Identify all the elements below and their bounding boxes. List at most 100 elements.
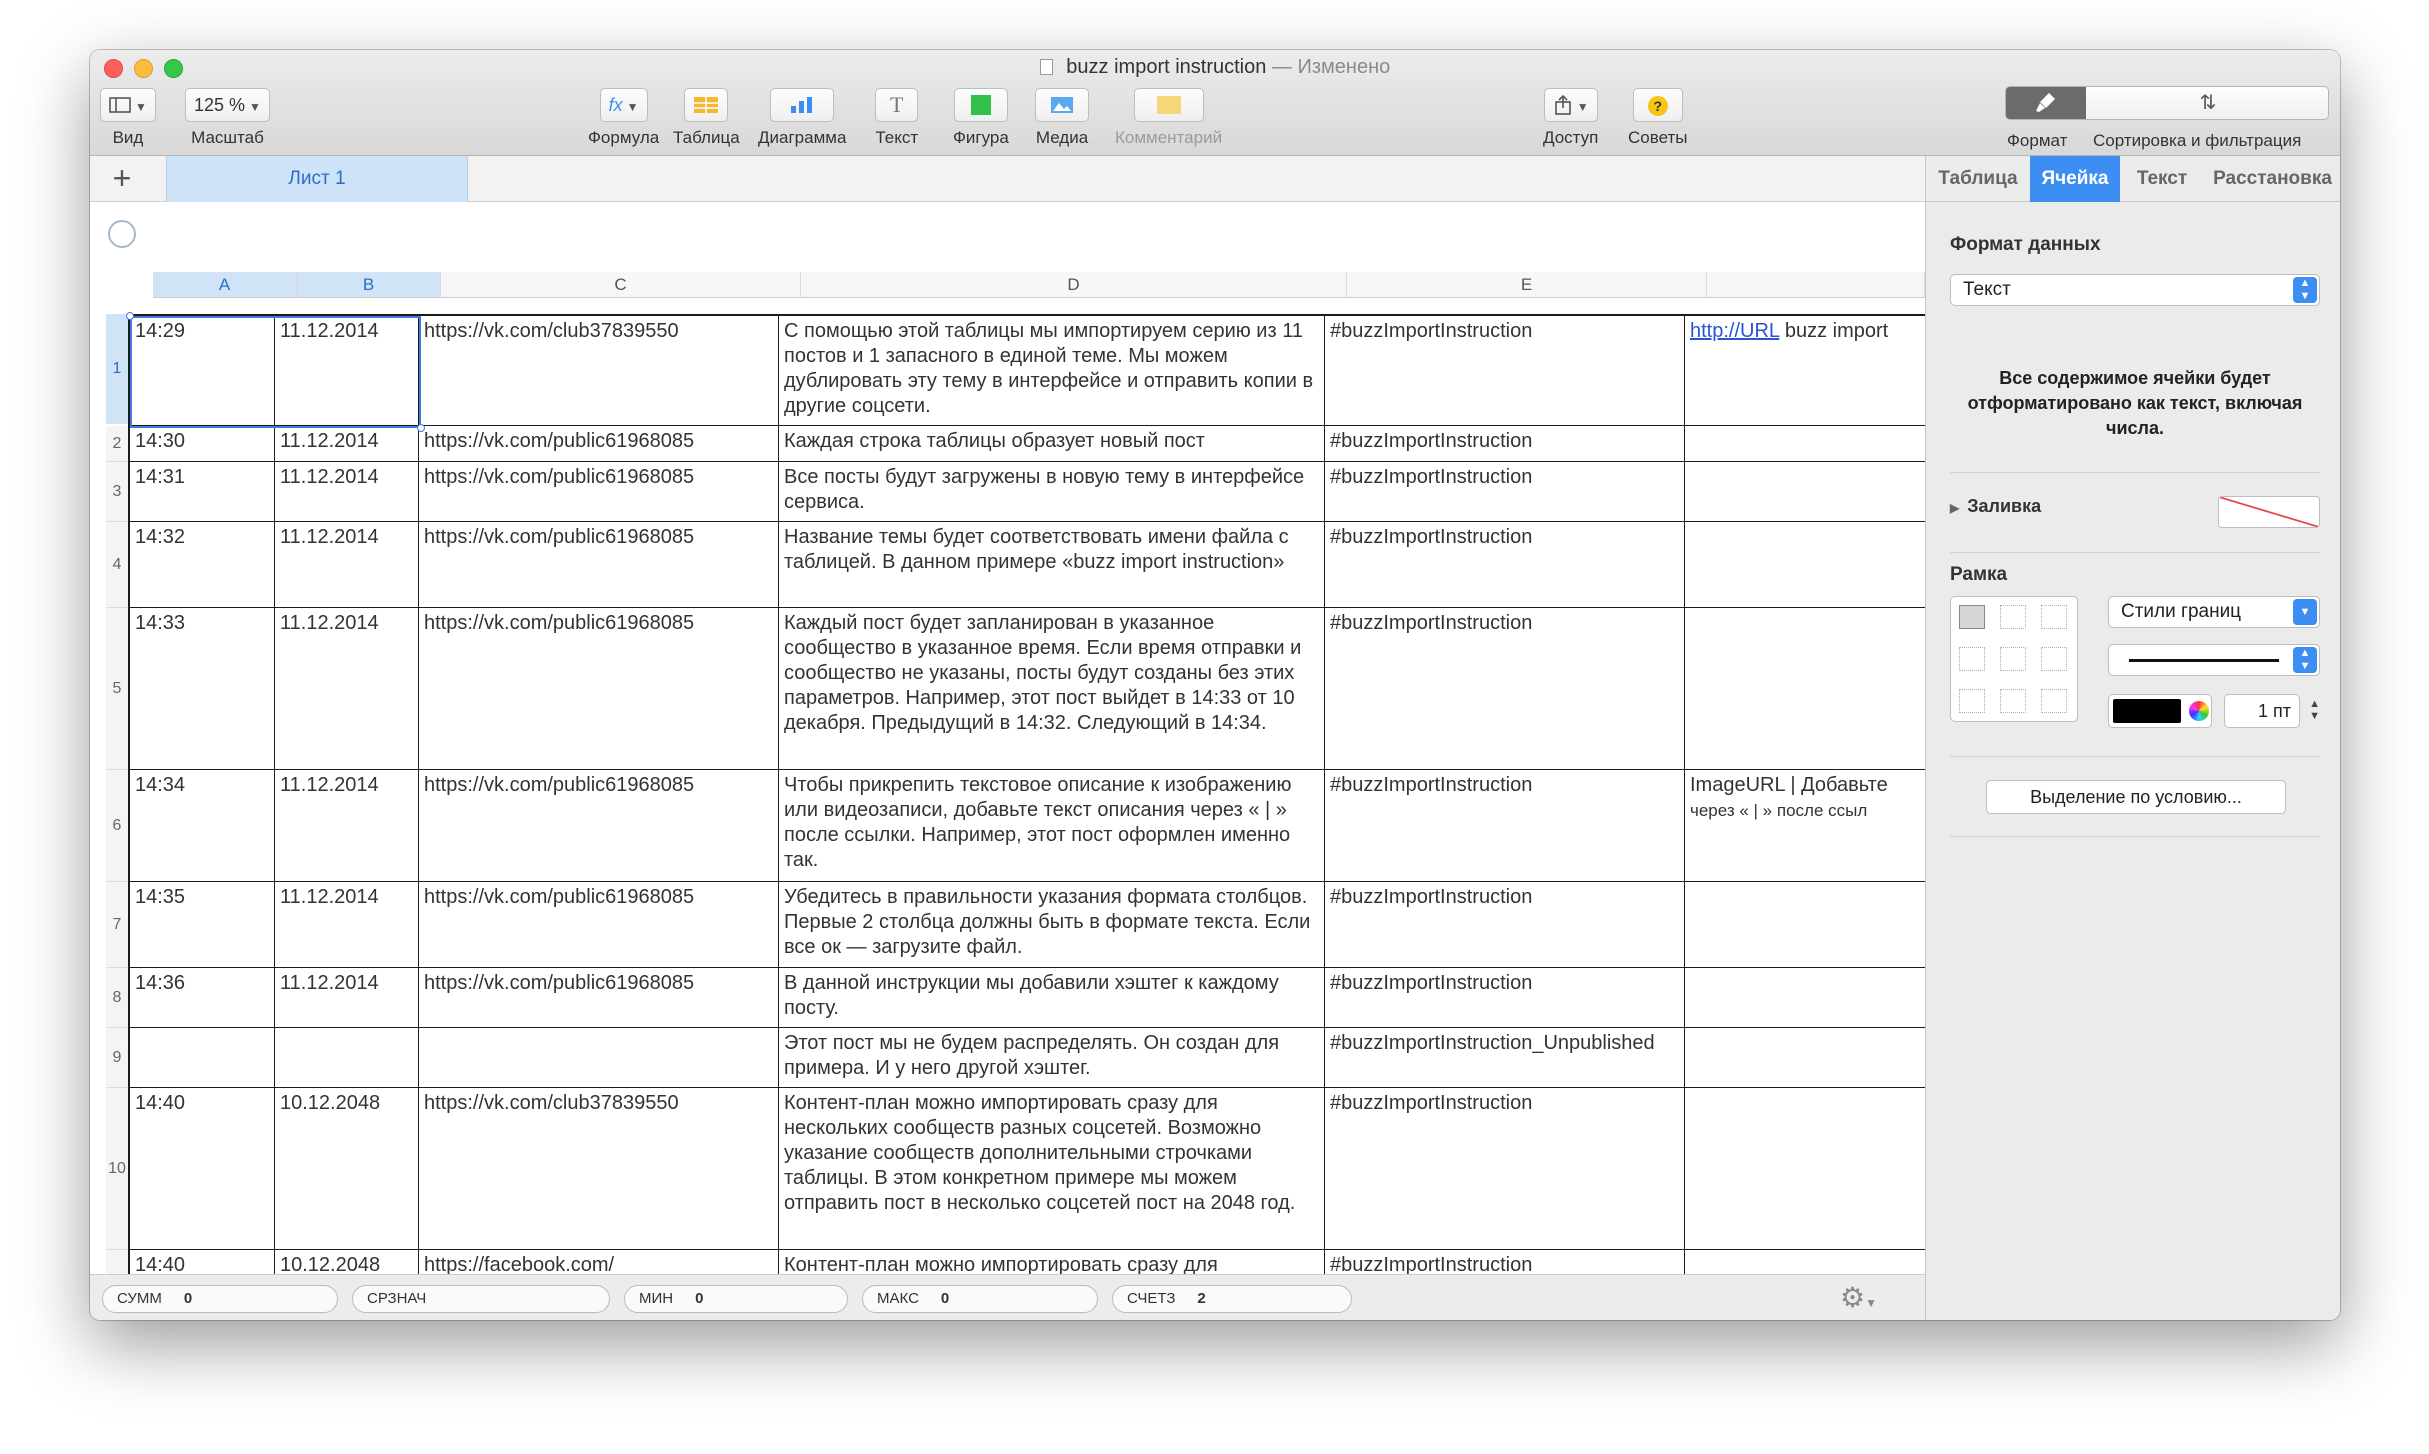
- text-control[interactable]: T Текст: [875, 88, 919, 148]
- table-cell[interactable]: [1685, 426, 1925, 462]
- table-cell[interactable]: [1685, 1088, 1925, 1250]
- row-header[interactable]: 1: [106, 314, 128, 424]
- table-cell[interactable]: Контент-план можно импортировать сразу д…: [779, 1250, 1325, 1274]
- table-cell[interactable]: ImageURL | Добавьте через « | » после ссы…: [1685, 770, 1925, 882]
- table-cell[interactable]: 11.12.2014: [275, 770, 419, 882]
- column-header-b[interactable]: B: [297, 272, 441, 298]
- table-cell[interactable]: 14:33: [130, 608, 275, 770]
- selection-handle[interactable]: [417, 424, 425, 432]
- select-table-handle[interactable]: [108, 220, 136, 248]
- table-cell[interactable]: [130, 1028, 275, 1088]
- table-cell[interactable]: #buzzImportInstruction: [1325, 882, 1685, 968]
- border-inside-icon[interactable]: [2000, 605, 2026, 629]
- table-cell[interactable]: https://vk.com/public61968085: [419, 770, 779, 882]
- spreadsheet-grid[interactable]: A B C D E 1 14:29 11.12.2014 https://vk.…: [90, 202, 1925, 1274]
- table-cell[interactable]: [1685, 882, 1925, 968]
- table-cell[interactable]: 10.12.2048: [275, 1088, 419, 1250]
- table-cell[interactable]: В данной инструкции мы добавили хэштег к…: [779, 968, 1325, 1028]
- sheet-tab-1[interactable]: Лист 1: [166, 156, 468, 202]
- shape-control[interactable]: Фигура: [953, 88, 1009, 148]
- stat-min[interactable]: МИН 0: [624, 1285, 848, 1313]
- zoom-button[interactable]: 125 % ▼: [185, 88, 270, 122]
- gear-icon[interactable]: ⚙▼: [1840, 1281, 1877, 1314]
- table-cell[interactable]: 14:34: [130, 770, 275, 882]
- table-cell[interactable]: [1685, 608, 1925, 770]
- fill-section-toggle[interactable]: ▶ Заливка: [1950, 496, 2041, 517]
- line-style-select[interactable]: ▲ ▼: [2108, 644, 2320, 676]
- table-cell[interactable]: http://URL buzz import: [1685, 316, 1925, 426]
- table-cell[interactable]: Название темы будет соответствовать имен…: [779, 522, 1325, 608]
- table-cell[interactable]: https://vk.com/club37839550: [419, 1088, 779, 1250]
- table-cell[interactable]: 10.12.2048: [275, 1250, 419, 1274]
- border-all-icon[interactable]: [1959, 605, 1985, 629]
- table-cell[interactable]: [275, 1028, 419, 1088]
- add-sheet-button[interactable]: +: [102, 160, 142, 198]
- zoom-control[interactable]: 125 % ▼ Масштаб: [185, 88, 270, 148]
- text-button[interactable]: T: [875, 88, 919, 122]
- column-header-c[interactable]: C: [441, 272, 801, 298]
- sort-filter-button[interactable]: ⇅: [2086, 87, 2328, 119]
- row-header[interactable]: 7: [106, 882, 128, 968]
- border-vertical-icon[interactable]: [2000, 647, 2026, 671]
- share-control[interactable]: ▼ Доступ: [1543, 88, 1598, 148]
- table-cell[interactable]: Каждый пост будет запланирован в указанн…: [779, 608, 1325, 770]
- row-header[interactable]: 8: [106, 968, 128, 1028]
- table-cell[interactable]: #buzzImportInstruction: [1325, 522, 1685, 608]
- media-button[interactable]: [1035, 88, 1089, 122]
- row-header[interactable]: 6: [106, 770, 128, 882]
- table-cell[interactable]: Этот пост мы не будем распределять. Он с…: [779, 1028, 1325, 1088]
- table-cell[interactable]: #buzzImportInstruction: [1325, 1250, 1685, 1274]
- border-bottom-icon[interactable]: [2041, 689, 2067, 713]
- table-cell[interactable]: #buzzImportInstruction: [1325, 462, 1685, 522]
- table-cell[interactable]: https://vk.com/public61968085: [419, 882, 779, 968]
- cell-link[interactable]: http://URL: [1690, 320, 1779, 342]
- table-cell[interactable]: Все посты будут загружены в новую тему в…: [779, 462, 1325, 522]
- table-cell[interactable]: #buzzImportInstruction: [1325, 770, 1685, 882]
- inspector-segmented-control[interactable]: ⇅: [2005, 86, 2329, 120]
- tab-text[interactable]: Текст: [2120, 156, 2204, 202]
- table-cell[interactable]: #buzzImportInstruction: [1325, 316, 1685, 426]
- tab-table[interactable]: Таблица: [1926, 156, 2030, 202]
- table-cell[interactable]: 11.12.2014: [275, 968, 419, 1028]
- table-cell[interactable]: [1685, 462, 1925, 522]
- border-horizontal-icon[interactable]: [2000, 689, 2026, 713]
- stepper-arrows-icon[interactable]: ▲ ▼: [2309, 698, 2320, 722]
- share-button[interactable]: ▼: [1543, 88, 1598, 122]
- media-control[interactable]: Медиа: [1035, 88, 1089, 148]
- row-header[interactable]: 5: [106, 608, 128, 770]
- table-cell[interactable]: 14:32: [130, 522, 275, 608]
- color-wheel-icon[interactable]: [2189, 701, 2209, 721]
- row-header[interactable]: 4: [106, 522, 128, 608]
- tab-cell[interactable]: Ячейка: [2030, 156, 2120, 202]
- stat-count[interactable]: СЧЕТЗ 2: [1112, 1285, 1352, 1313]
- row-header[interactable]: 10: [106, 1088, 128, 1250]
- table-cell[interactable]: Чтобы прикрепить текстовое описание к из…: [779, 770, 1325, 882]
- table-cell[interactable]: https://facebook.com/ 843045132394139: [419, 1250, 779, 1274]
- table-cell[interactable]: https://vk.com/public61968085: [419, 608, 779, 770]
- shape-button[interactable]: [953, 88, 1008, 122]
- row-header[interactable]: [106, 1250, 128, 1274]
- view-control[interactable]: ▼ Вид: [100, 88, 156, 148]
- formula-control[interactable]: fx ▼ Формула: [588, 88, 659, 148]
- table-cell[interactable]: [1685, 522, 1925, 608]
- data-format-select[interactable]: Текст ▲ ▼: [1950, 274, 2320, 306]
- border-left-icon[interactable]: [1959, 647, 1985, 671]
- table-cell[interactable]: [1685, 968, 1925, 1028]
- table-cell[interactable]: 14:30: [130, 426, 275, 462]
- fill-color-well[interactable]: [2218, 496, 2320, 528]
- table-cell[interactable]: 14:40: [130, 1088, 275, 1250]
- row-header[interactable]: 3: [106, 462, 128, 522]
- table-cell[interactable]: [1685, 1028, 1925, 1088]
- table-cell[interactable]: 11.12.2014: [275, 882, 419, 968]
- chart-button[interactable]: [770, 88, 835, 122]
- table-cell[interactable]: [419, 1028, 779, 1088]
- border-styles-select[interactable]: Стили границ ▼: [2108, 596, 2320, 628]
- table-cell[interactable]: https://vk.com/public61968085: [419, 968, 779, 1028]
- column-header-a[interactable]: A: [153, 272, 297, 298]
- stat-sum[interactable]: СУММ 0: [102, 1285, 338, 1313]
- column-header-e[interactable]: E: [1347, 272, 1707, 298]
- stat-max[interactable]: МАКС 0: [862, 1285, 1098, 1313]
- table-cell[interactable]: #buzzImportInstruction_Unpublished: [1325, 1028, 1685, 1088]
- column-header-f[interactable]: [1707, 272, 1925, 298]
- cell-selection[interactable]: [126, 312, 425, 432]
